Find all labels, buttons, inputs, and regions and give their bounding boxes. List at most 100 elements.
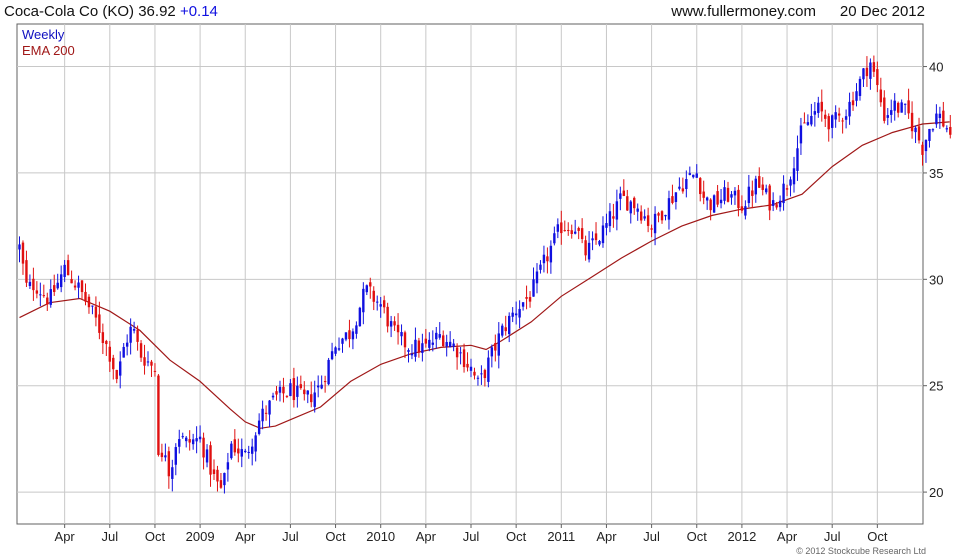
candle-body bbox=[883, 97, 886, 121]
candle-body bbox=[108, 346, 111, 362]
x-tick-label: 2011 bbox=[547, 529, 575, 544]
candle-body bbox=[765, 188, 768, 193]
candle-body bbox=[160, 452, 164, 458]
candle-body bbox=[303, 389, 306, 395]
candle-body bbox=[535, 271, 539, 284]
candle-body bbox=[890, 110, 893, 115]
candle-body bbox=[87, 296, 91, 308]
candle-body bbox=[46, 297, 49, 305]
candle-body bbox=[660, 211, 664, 221]
candle-body bbox=[275, 391, 278, 395]
candle-body bbox=[63, 264, 66, 277]
candle-body bbox=[716, 191, 719, 205]
candle-body bbox=[59, 274, 63, 288]
candle-body bbox=[396, 324, 400, 333]
candle-body bbox=[928, 128, 931, 141]
candle-body bbox=[573, 231, 577, 234]
candle-body bbox=[629, 201, 632, 214]
candle-body bbox=[125, 342, 129, 347]
candle-body bbox=[560, 222, 563, 234]
candle-body bbox=[212, 469, 216, 475]
candle-body bbox=[699, 178, 702, 195]
candle-body bbox=[98, 314, 101, 333]
candle-body bbox=[504, 327, 507, 332]
candle-body bbox=[42, 295, 46, 297]
candle-body bbox=[664, 214, 667, 217]
candle-body bbox=[768, 185, 771, 211]
candle-body bbox=[164, 455, 167, 458]
legend-ema: EMA 200 bbox=[22, 43, 75, 58]
candle-body bbox=[445, 342, 448, 347]
candle-body bbox=[813, 111, 817, 115]
candle-body bbox=[240, 449, 243, 457]
candle-body bbox=[316, 385, 320, 388]
candle-body bbox=[171, 467, 174, 479]
candle-body bbox=[289, 383, 292, 397]
candle-body bbox=[53, 285, 56, 293]
change-value: +0.14 bbox=[180, 3, 218, 20]
candle-body bbox=[653, 213, 657, 234]
candle-body bbox=[782, 183, 785, 204]
candle-body bbox=[389, 321, 393, 327]
candle-body bbox=[94, 306, 98, 318]
candle-body bbox=[598, 240, 601, 245]
x-tick-label: Oct bbox=[867, 529, 888, 544]
candle-body bbox=[237, 448, 240, 454]
candle-body bbox=[914, 127, 917, 133]
candle-body bbox=[751, 190, 754, 196]
candle-body bbox=[730, 194, 733, 198]
candle-body bbox=[501, 325, 504, 336]
candle-body bbox=[636, 208, 639, 212]
candle-body bbox=[178, 439, 181, 447]
candle-body bbox=[518, 308, 521, 318]
candle-body bbox=[775, 204, 778, 208]
candle-body bbox=[667, 198, 671, 220]
candle-body bbox=[865, 67, 869, 77]
candle-body bbox=[643, 216, 646, 219]
candle-body bbox=[542, 254, 546, 264]
candle-body bbox=[139, 343, 143, 358]
candle-body bbox=[931, 129, 935, 131]
candle-body bbox=[410, 353, 414, 356]
candle-body bbox=[771, 200, 775, 206]
candle-body bbox=[362, 288, 365, 313]
symbol-label: Coca-Cola Co (KO) bbox=[4, 3, 134, 20]
candle-body bbox=[292, 378, 296, 401]
candle-body bbox=[827, 116, 830, 130]
candle-body bbox=[382, 300, 386, 308]
candle-body bbox=[271, 395, 275, 398]
candle-body bbox=[726, 187, 730, 202]
candle-body bbox=[143, 357, 146, 366]
y-tick-label: 40 bbox=[929, 60, 943, 75]
x-tick-label: Oct bbox=[325, 529, 346, 544]
candle-body bbox=[223, 472, 226, 486]
candle-body bbox=[851, 100, 855, 106]
x-tick-label: Oct bbox=[687, 529, 708, 544]
candle-body bbox=[824, 114, 827, 119]
candle-body bbox=[296, 385, 299, 397]
candle-body bbox=[685, 179, 688, 190]
candle-body bbox=[129, 326, 132, 343]
x-tick-label: Apr bbox=[777, 529, 798, 544]
candle-body bbox=[101, 332, 105, 344]
y-tick-label: 35 bbox=[929, 166, 943, 181]
candle-body bbox=[817, 102, 820, 113]
candle-body bbox=[935, 113, 938, 125]
candle-body bbox=[942, 110, 945, 127]
candle-body bbox=[18, 244, 21, 250]
candle-body bbox=[487, 357, 490, 382]
candle-body bbox=[671, 196, 674, 203]
candle-body bbox=[949, 126, 952, 135]
candle-body bbox=[150, 361, 153, 366]
candle-body bbox=[122, 346, 125, 358]
candle-body bbox=[587, 242, 591, 260]
x-tick-label: 2012 bbox=[727, 529, 756, 544]
candle-body bbox=[407, 350, 410, 352]
candle-body bbox=[84, 291, 87, 302]
candle-body bbox=[219, 480, 223, 488]
candle-body bbox=[261, 408, 264, 422]
candle-body bbox=[584, 240, 587, 256]
candle-body bbox=[831, 115, 834, 128]
candle-body bbox=[268, 400, 271, 415]
candle-body bbox=[657, 213, 660, 216]
